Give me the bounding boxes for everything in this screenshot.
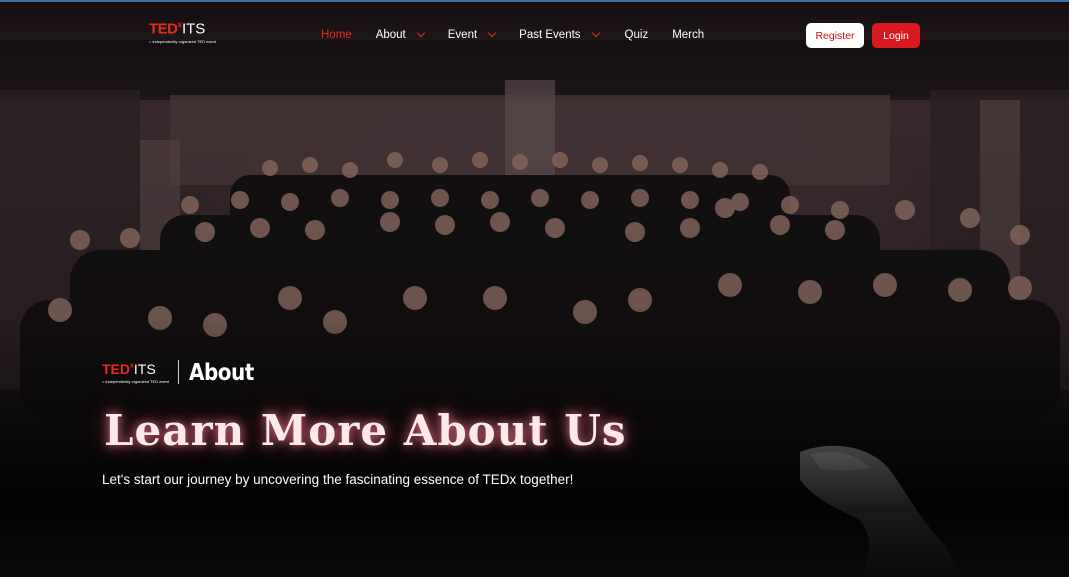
nav-item-quiz[interactable]: Quiz [625, 29, 649, 41]
nav-links: Home About Event Past Events Quiz Merch [321, 27, 704, 43]
logo-its: ITS [133, 360, 156, 377]
logo-tagline: = independently organized TED event [102, 378, 169, 384]
nav-item-past-events[interactable]: Past Events [519, 28, 600, 41]
section-badge: TEDxITS = independently organized TED ev… [102, 358, 254, 386]
login-button[interactable]: Login [872, 23, 920, 48]
chevron-down-icon [416, 28, 425, 38]
navbar: TEDxITS = independently organized TED ev… [0, 2, 1069, 64]
nav-item-merch[interactable]: Merch [672, 29, 704, 41]
nav-item-home[interactable]: Home [321, 29, 352, 41]
nav-item-label: Home [321, 29, 352, 41]
hero-overlay [0, 0, 1069, 577]
hero-subtitle: Let's start our journey by uncovering th… [102, 472, 574, 487]
badge-divider [178, 360, 179, 384]
nav-item-label: Past Events [519, 29, 581, 41]
logo-ted: TED [102, 360, 130, 377]
register-button[interactable]: Register [806, 23, 864, 48]
nav-item-label: Merch [672, 29, 705, 41]
tedx-its-mini-logo: TEDxITS = independently organized TED ev… [102, 361, 170, 384]
nav-item-event[interactable]: Event [447, 28, 497, 41]
chevron-down-icon [591, 28, 600, 38]
hero-section [0, 0, 1069, 577]
nav-item-label: Event [447, 29, 478, 41]
logo-its: ITS [181, 20, 206, 38]
logo-ted: TED [149, 20, 178, 38]
tedx-its-logo[interactable]: TEDxITS = independently organized TED ev… [149, 20, 229, 50]
hero-headline: Learn More About Us [104, 406, 627, 455]
nav-item-label: About [375, 29, 406, 41]
section-label: About [189, 358, 254, 386]
logo-tagline: = independently organized TED event [149, 39, 216, 45]
nav-item-about[interactable]: About [375, 28, 425, 41]
nav-item-label: Quiz [624, 29, 649, 41]
chevron-down-icon [487, 28, 497, 38]
